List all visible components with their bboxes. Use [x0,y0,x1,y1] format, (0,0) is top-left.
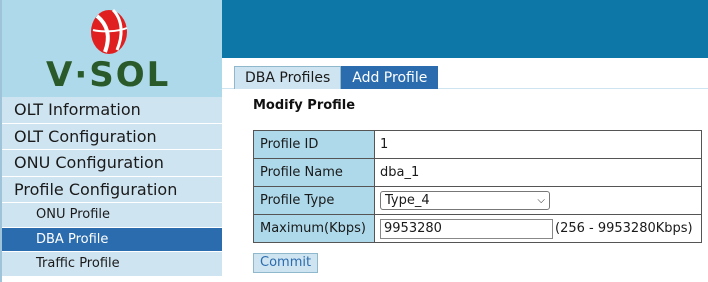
tab-add-profile[interactable]: Add Profile [341,66,439,89]
chevron-down-icon: ⌵ [537,195,545,206]
sidebar-item-olt-configuration[interactable]: OLT Configuration [2,123,222,150]
sidebar-subitem-traffic-profile[interactable]: Traffic Profile [2,252,222,277]
profile-id-label: Profile ID [253,130,375,159]
sidebar-item-profile-configuration[interactable]: Profile Configuration [2,176,222,203]
profile-type-cell: Type_4 ⌵ [374,186,702,215]
form-row-profile-name: Profile Name dba_1 [253,158,702,187]
logo-area: V·SOL [2,0,222,97]
profile-form-table: Profile ID 1 Profile Name dba_1 Profile … [253,130,702,243]
maximum-kbps-input[interactable]: 9953280 [380,218,553,239]
tab-bar: DBA Profiles Add Profile [234,66,439,89]
maximum-kbps-label: Maximum(Kbps) [253,214,375,243]
section-title: Modify Profile [253,98,356,113]
logo-text: V·SOL [46,55,171,95]
form-row-maximum: Maximum(Kbps) 9953280 (256 - 9953280Kbps) [253,214,702,243]
header-bar [222,0,708,58]
sidebar: V·SOL OLT Information OLT Configuration … [0,0,222,282]
form-row-profile-type: Profile Type Type_4 ⌵ [253,186,702,215]
sidebar-item-olt-information[interactable]: OLT Information [2,97,222,124]
sidebar-subitem-dba-profile[interactable]: DBA Profile [2,227,222,252]
form-row-profile-id: Profile ID 1 [253,130,702,159]
maximum-kbps-cell: 9953280 (256 - 9953280Kbps) [374,214,702,243]
sidebar-nav: OLT Information OLT Configuration ONU Co… [2,97,222,277]
sidebar-item-onu-configuration[interactable]: ONU Configuration [2,150,222,177]
profile-name-value: dba_1 [374,158,702,187]
profile-type-select[interactable]: Type_4 ⌵ [380,191,550,210]
maximum-kbps-range-hint: (256 - 9953280Kbps) [555,221,693,236]
tab-dba-profiles[interactable]: DBA Profiles [234,66,342,89]
profile-type-label: Profile Type [253,186,375,215]
profile-type-selected-value: Type_4 [385,193,430,208]
sidebar-subitem-onu-profile[interactable]: ONU Profile [2,203,222,228]
profile-id-value: 1 [374,130,702,159]
profile-name-label: Profile Name [253,158,375,187]
page: V·SOL OLT Information OLT Configuration … [0,0,708,282]
vsol-logo-icon [91,8,128,54]
commit-button[interactable]: Commit [253,253,319,273]
